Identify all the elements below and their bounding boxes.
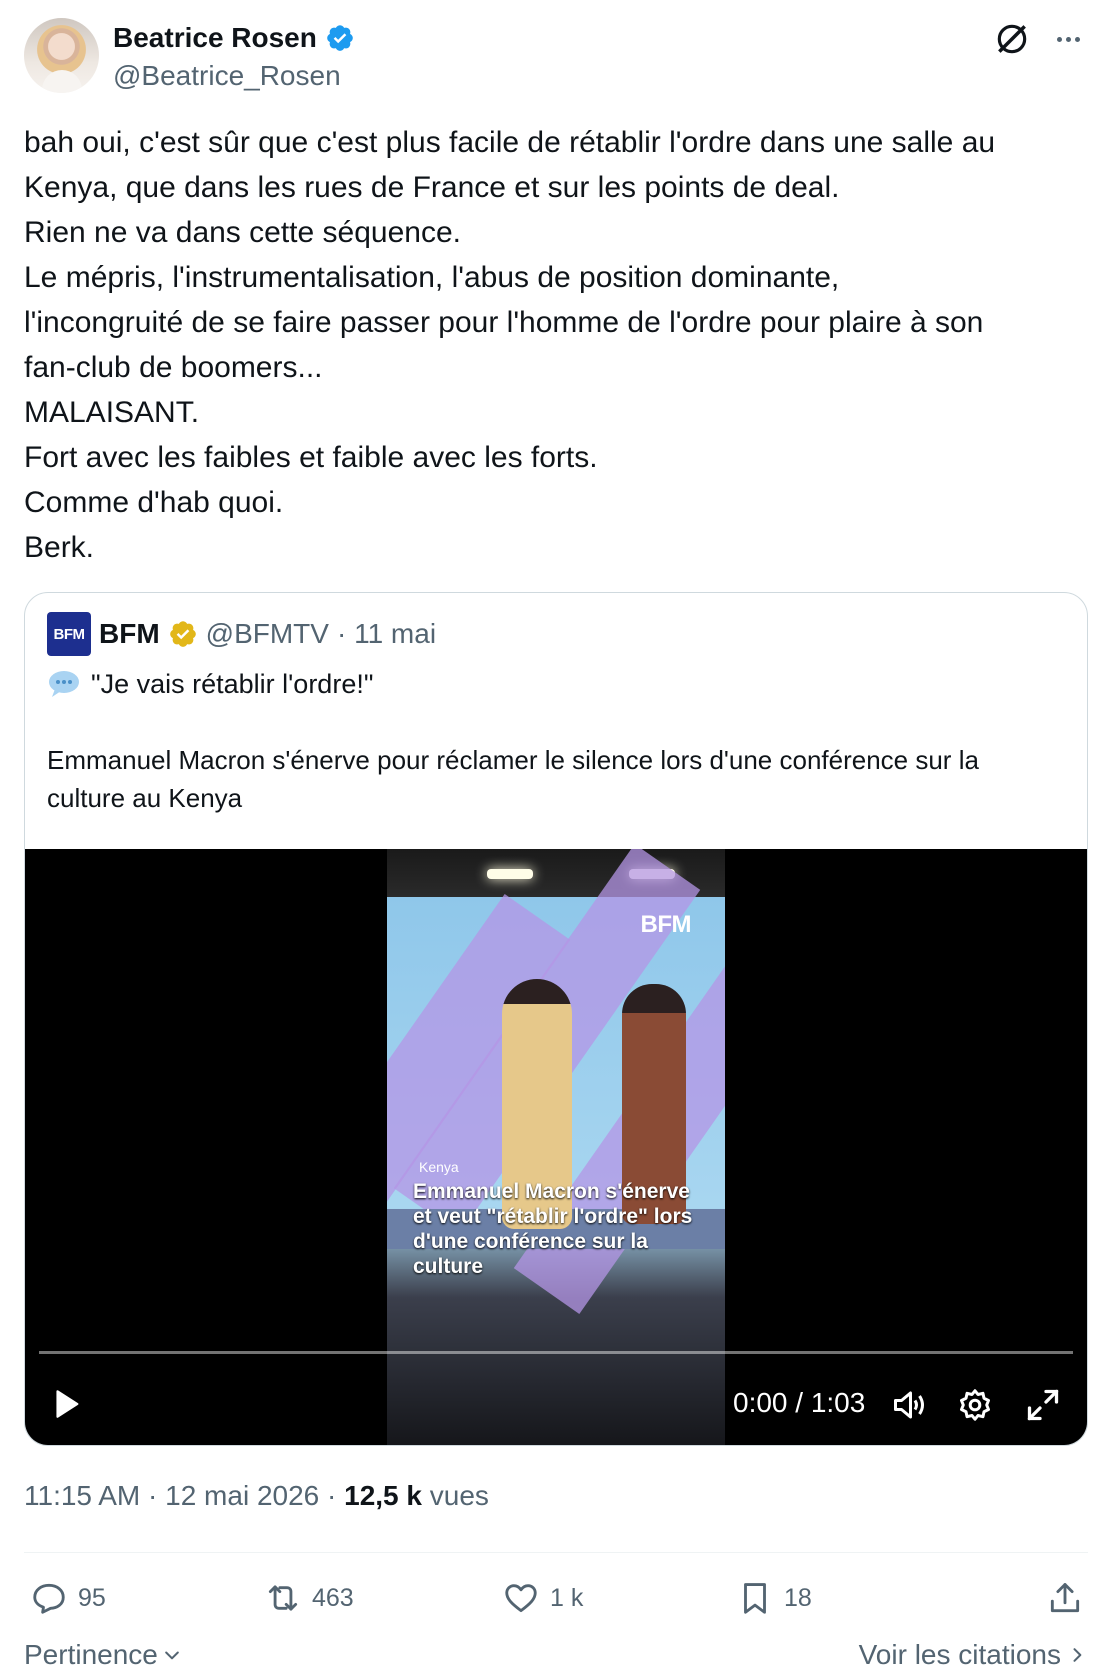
- quoted-body-text: Emmanuel Macron s'énerve pour réclamer l…: [47, 745, 979, 813]
- settings-gear-icon[interactable]: [957, 1387, 993, 1423]
- tweet-line: l'incongruité de se faire passer pour l'…: [24, 306, 984, 339]
- fullscreen-icon[interactable]: [1025, 1387, 1061, 1423]
- more-options-icon[interactable]: [1049, 20, 1087, 58]
- display-name[interactable]: Beatrice Rosen: [113, 20, 317, 56]
- repost-button[interactable]: 463: [264, 1574, 354, 1622]
- tweet-line: Fort avec les faibles et faible avec les…: [24, 441, 598, 474]
- share-button[interactable]: [1046, 1574, 1084, 1622]
- handle[interactable]: @Beatrice_Rosen: [113, 58, 341, 94]
- repost-icon: [268, 1585, 298, 1611]
- grok-icon[interactable]: [993, 20, 1031, 58]
- action-bar: 95 463 1 k 18: [24, 1568, 1088, 1628]
- tweet-line: Kenya, que dans les rues de France et su…: [24, 171, 840, 204]
- quoted-display-name[interactable]: BFM: [99, 618, 160, 650]
- repost-count: 463: [312, 1583, 354, 1612]
- bookmark-count: 18: [784, 1583, 812, 1612]
- sort-dropdown[interactable]: Pertinence: [24, 1636, 182, 1674]
- video-frame: BFM Kenya Emmanuel Macron s'énerve et ve…: [387, 849, 725, 1445]
- gold-verified-badge-icon: [169, 621, 196, 647]
- tweet-line: Le mépris, l'instrumentalisation, l'abus…: [24, 261, 840, 294]
- video-time: 0:00 / 1:03: [733, 1387, 866, 1418]
- tweet-line: fan-club de boomers...: [24, 351, 323, 384]
- divider: [24, 1552, 1088, 1553]
- tweet-meta: 11:15 AM · 12 mai 2026 · 12,5 k vues: [24, 1480, 489, 1511]
- bfm-avatar[interactable]: BFM: [47, 612, 91, 656]
- views-label: vues: [429, 1480, 489, 1511]
- bfm-watermark: BFM: [640, 911, 692, 938]
- like-count: 1 k: [550, 1583, 584, 1612]
- quoted-tweet[interactable]: BFM BFM @BFMTV · 11 mai "Je vais rétabli…: [24, 592, 1088, 1446]
- reply-count: 95: [78, 1583, 106, 1612]
- view-quotes-link[interactable]: Voir les citations: [859, 1636, 1087, 1674]
- avatar[interactable]: [24, 18, 99, 93]
- verified-badge-icon: [327, 25, 353, 51]
- bookmark-icon: [744, 1583, 766, 1614]
- sort-label: Pertinence: [24, 1639, 158, 1670]
- quoted-headline: "Je vais rétablir l'ordre!": [47, 665, 373, 703]
- tweet-date[interactable]: 12 mai 2026: [165, 1480, 319, 1511]
- tweet-line: Comme d'hab quoi.: [24, 486, 284, 519]
- tweet-line: Rien ne va dans cette séquence.: [24, 216, 461, 249]
- quoted-date[interactable]: · 11 mai: [337, 618, 436, 650]
- speech-bubble-icon: [49, 671, 79, 697]
- heart-icon: [505, 1584, 537, 1613]
- quoted-tweet-header: BFM BFM @BFMTV · 11 mai: [47, 612, 436, 656]
- tweet-time[interactable]: 11:15 AM: [24, 1480, 140, 1511]
- tweet-text: bah oui, c'est sûr que c'est plus facile…: [24, 120, 1087, 570]
- like-button[interactable]: 1 k: [502, 1574, 583, 1622]
- video-location-label: Kenya: [419, 1159, 459, 1175]
- tweet-line: Berk.: [24, 531, 95, 564]
- quoted-headline-text: "Je vais rétablir l'ordre!": [91, 669, 374, 699]
- chevron-right-icon: [1073, 1648, 1082, 1662]
- video-progress-bar[interactable]: [39, 1351, 1073, 1354]
- tweet-line: MALAISANT.: [24, 396, 200, 429]
- reply-button[interactable]: 95: [30, 1574, 106, 1622]
- tweet-header: Beatrice Rosen @Beatrice_Rosen: [24, 18, 1087, 94]
- tweet-line: bah oui, c'est sûr que c'est plus facile…: [24, 126, 996, 159]
- video-player[interactable]: BFM Kenya Emmanuel Macron s'énerve et ve…: [25, 849, 1087, 1445]
- chevron-down-icon: [165, 1651, 179, 1660]
- video-caption: Emmanuel Macron s'énerve et veut "rétabl…: [413, 1180, 693, 1278]
- play-icon[interactable]: [49, 1387, 83, 1421]
- view-quotes-label: Voir les citations: [858, 1639, 1061, 1670]
- share-icon: [1050, 1583, 1080, 1613]
- views-count: 12,5 k: [344, 1480, 422, 1511]
- volume-icon[interactable]: [891, 1387, 927, 1423]
- reply-icon: [33, 1583, 65, 1614]
- name-row: Beatrice Rosen: [113, 20, 355, 56]
- bookmark-button[interactable]: 18: [736, 1574, 812, 1622]
- quoted-handle[interactable]: @BFMTV: [206, 618, 329, 650]
